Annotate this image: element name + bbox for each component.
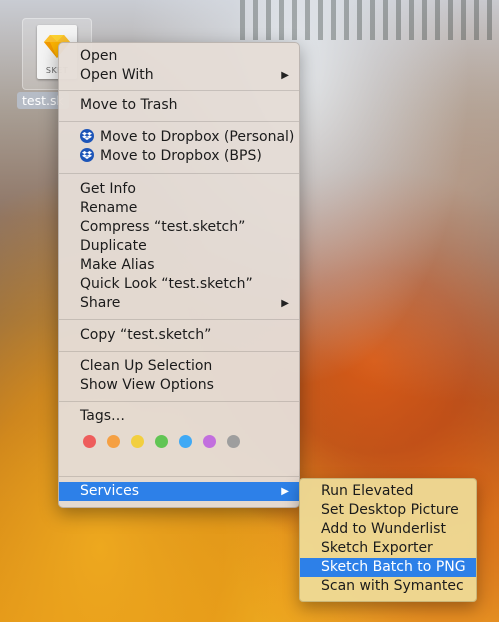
menu-separator bbox=[59, 401, 299, 402]
menu-item-label: Move to Dropbox (BPS) bbox=[100, 148, 262, 164]
menu-item-rename[interactable]: Rename bbox=[59, 199, 299, 218]
menu-item-get-info[interactable]: Get Info bbox=[59, 180, 299, 199]
dropbox-icon bbox=[80, 129, 94, 143]
menu-item-label: Get Info bbox=[80, 181, 136, 197]
menu-item-label: Clean Up Selection bbox=[80, 358, 213, 374]
menu-item-label: Open bbox=[80, 48, 118, 64]
submenu-arrow-icon: ▶ bbox=[281, 298, 289, 309]
menu-item-make-alias[interactable]: Make Alias bbox=[59, 256, 299, 275]
menu-item-label: Move to Trash bbox=[80, 97, 178, 113]
menu-item-clean-up-selection[interactable]: Clean Up Selection bbox=[59, 357, 299, 376]
menu-item-move-to-dropbox-personal[interactable]: Move to Dropbox (Personal) bbox=[59, 128, 299, 147]
menu-separator bbox=[59, 476, 299, 477]
menu-item-move-to-trash[interactable]: Move to Trash bbox=[59, 96, 299, 115]
service-item-sketch-exporter[interactable]: Sketch Exporter bbox=[300, 539, 476, 558]
context-menu: Open Open With ▶ Move to Trash Move to Dr… bbox=[58, 42, 300, 508]
menu-item-label: Move to Dropbox (Personal) bbox=[100, 129, 295, 145]
wallpaper-trees bbox=[240, 0, 499, 40]
menu-item-copy[interactable]: Copy “test.sketch” bbox=[59, 326, 299, 345]
menu-item-label: Compress “test.sketch” bbox=[80, 219, 246, 235]
menu-item-quick-look[interactable]: Quick Look “test.sketch” bbox=[59, 275, 299, 294]
tag-blue-dot[interactable] bbox=[179, 435, 192, 448]
menu-item-label: Copy “test.sketch” bbox=[80, 327, 212, 343]
service-item-label: Add to Wunderlist bbox=[321, 521, 446, 537]
service-item-run-elevated[interactable]: Run Elevated bbox=[300, 482, 476, 501]
service-item-label: Sketch Exporter bbox=[321, 540, 433, 556]
menu-item-open-with[interactable]: Open With ▶ bbox=[59, 66, 299, 85]
menu-item-label: Tags… bbox=[80, 408, 125, 424]
menu-item-label: Make Alias bbox=[80, 257, 155, 273]
menu-separator bbox=[59, 173, 299, 174]
service-item-add-to-wunderlist[interactable]: Add to Wunderlist bbox=[300, 520, 476, 539]
service-item-label: Sketch Batch to PNG bbox=[321, 559, 466, 575]
menu-item-label: Share bbox=[80, 295, 121, 311]
service-item-sketch-batch-to-png[interactable]: Sketch Batch to PNG bbox=[300, 558, 476, 577]
menu-item-label: Quick Look “test.sketch” bbox=[80, 276, 253, 292]
submenu-arrow-icon: ▶ bbox=[281, 70, 289, 81]
dropbox-icon bbox=[80, 148, 94, 162]
menu-separator bbox=[59, 351, 299, 352]
tag-red-dot[interactable] bbox=[83, 435, 96, 448]
service-item-label: Set Desktop Picture bbox=[321, 502, 459, 518]
menu-item-tags[interactable]: Tags… bbox=[59, 407, 299, 426]
menu-item-show-view-options[interactable]: Show View Options bbox=[59, 376, 299, 395]
tag-gray-dot[interactable] bbox=[227, 435, 240, 448]
tag-orange-dot[interactable] bbox=[107, 435, 120, 448]
menu-item-compress[interactable]: Compress “test.sketch” bbox=[59, 218, 299, 237]
menu-item-services[interactable]: Services ▶ bbox=[59, 482, 299, 501]
services-submenu: Run Elevated Set Desktop Picture Add to … bbox=[299, 478, 477, 602]
service-item-label: Run Elevated bbox=[321, 483, 414, 499]
tag-purple-dot[interactable] bbox=[203, 435, 216, 448]
menu-item-label: Rename bbox=[80, 200, 138, 216]
menu-separator bbox=[59, 121, 299, 122]
menu-item-move-to-dropbox-bps[interactable]: Move to Dropbox (BPS) bbox=[59, 147, 299, 166]
menu-separator bbox=[59, 90, 299, 91]
menu-item-share[interactable]: Share ▶ bbox=[59, 294, 299, 313]
tag-green-dot[interactable] bbox=[155, 435, 168, 448]
menu-separator bbox=[59, 319, 299, 320]
menu-item-open[interactable]: Open bbox=[59, 47, 299, 66]
menu-item-label: Open With bbox=[80, 67, 154, 83]
service-item-scan-with-symantec[interactable]: Scan with Symantec bbox=[300, 577, 476, 596]
tag-yellow-dot[interactable] bbox=[131, 435, 144, 448]
service-item-set-desktop-picture[interactable]: Set Desktop Picture bbox=[300, 501, 476, 520]
menu-item-label: Duplicate bbox=[80, 238, 147, 254]
service-item-label: Scan with Symantec bbox=[321, 578, 464, 594]
submenu-arrow-icon: ▶ bbox=[281, 486, 289, 497]
menu-item-label: Show View Options bbox=[80, 377, 214, 393]
menu-item-duplicate[interactable]: Duplicate bbox=[59, 237, 299, 256]
menu-item-label: Services bbox=[80, 483, 140, 499]
